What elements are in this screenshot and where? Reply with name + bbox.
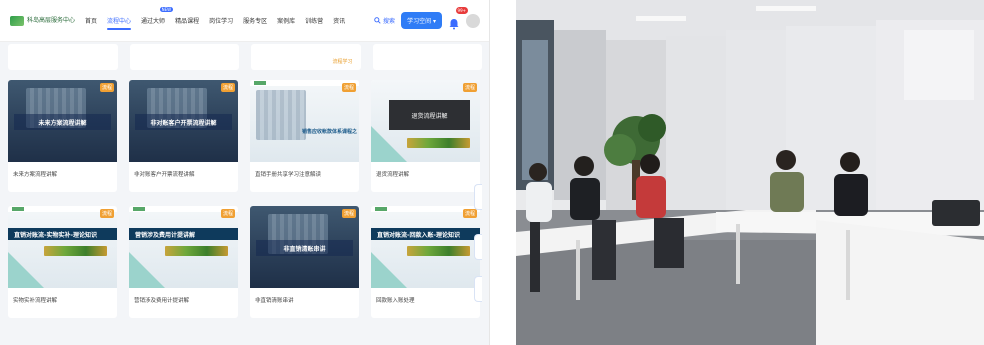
meeting-photo-illustration [516,0,984,345]
floating-side-tab[interactable] [474,234,482,260]
course-card[interactable]: 直销对账流-实物实补-理论知识 流程 实物实补流程讲解 [8,206,117,318]
course-row: 未来方案流程讲解 流程 未来方案流程讲解 非对账客户开票流程讲解 流程 非对账客… [8,80,482,192]
learning-platform-screenshot: 科岛高层服务中心 首页 流程中心 通过大师 NEW 精品课程 岗位学习 服务专区 … [0,0,490,345]
course-thumbnail: 未来方案流程讲解 [8,80,117,162]
nav-item-process-center[interactable]: 流程中心 [107,16,132,30]
notification-button[interactable]: 99+ [448,6,468,29]
nav-item-masters-label: 通过大师 [141,18,166,25]
study-space-label: 学习空间 [407,18,432,25]
search-label: 搜索 [383,18,396,25]
composite-image: 科岛高层服务中心 首页 流程中心 通过大师 NEW 精品课程 岗位学习 服务专区 … [0,0,984,345]
thumbnail-banner-text: 直销对账流-实物实补-理论知识 [14,231,97,239]
decorative-triangle [371,126,407,162]
thumbnail-banner-text: 直销对账流-回款入账-理论知识 [377,231,460,239]
thumbnail-banner: 直销对账流-实物实补-理论知识 [8,228,117,240]
course-title: 未来方案流程讲解 [13,172,58,178]
course-badge: 流程 [462,83,477,92]
wheat-field-image [407,138,470,148]
course-thumbnail: 退货流程讲解 [371,80,480,162]
search-icon [374,17,381,24]
course-title: 退货流程讲解 [376,172,410,178]
nav-item-case-library[interactable]: 案例库 [277,16,295,25]
course-card[interactable]: 营销涉及费用计提讲解 流程 营销涉及费用计提讲解 [129,206,238,318]
thumbnail-banner: 营销涉及费用计提讲解 [129,228,238,240]
course-content: 流程学习 未来方案流程讲解 流程 未来方案流程讲解 非对账客户开票流程讲解 流程… [8,44,482,345]
nav-item-courses[interactable]: 精品课程 [175,16,199,25]
decorative-triangle [8,252,44,288]
logo[interactable]: 科岛高层服务中心 [10,15,76,26]
thumbnail-banner: 非直销清账串讲 [256,240,353,256]
wheat-field-image [44,246,107,256]
course-title: 回款账入账处理 [376,298,415,304]
course-card[interactable]: 销售应收帐款体系课程之 流程 直销手册共享学习注意解读 [250,80,359,192]
bell-icon [449,18,459,29]
course-thumbnail: 销售应收帐款体系课程之 [250,80,359,162]
course-title: 实物实补流程讲解 [13,298,58,304]
course-badge: 流程 [99,209,114,218]
course-badge: 流程 [341,209,356,218]
thumbnail-banner-text: 非对账客户开票流程讲解 [150,119,217,127]
nav-item-masters[interactable]: 通过大师 NEW [141,7,174,25]
course-title: 直销手册共享学习注意解读 [255,172,322,178]
course-badge: 流程 [341,83,356,92]
decorative-triangle [129,252,165,288]
nav-item-news[interactable]: 资讯 [333,16,345,25]
search-button[interactable]: 搜索 [374,16,395,25]
course-card[interactable]: 非直销清账串讲 流程 非直销清账串讲 [250,206,359,318]
nav-item-training-camp[interactable]: 训练营 [305,16,323,25]
nav-item-post-learning[interactable]: 岗位学习 [209,16,233,25]
building-image [256,90,306,140]
floating-side-tab[interactable] [474,184,482,210]
floating-side-tab[interactable] [474,276,482,302]
course-badge: 流程 [220,83,235,92]
course-badge: 流程 [99,83,114,92]
nav-item-home[interactable]: 首页 [85,16,97,25]
thumbnail-banner: 直销对账流-回款入账-理论知识 [371,228,480,240]
wheat-field-image [407,246,470,256]
course-grid: 未来方案流程讲解 流程 未来方案流程讲解 非对账客户开票流程讲解 流程 非对账客… [8,80,482,332]
course-thumbnail: 非直销清账串讲 [250,206,359,288]
notification-count: 99+ [455,6,468,14]
study-space-button[interactable]: 学习空间 ▾ [401,12,442,29]
course-thumbnail: 非对账客户开票流程讲解 [129,80,238,162]
top-card[interactable] [8,44,118,70]
nav-right-tools: 搜索 学习空间 ▾ 99+ [374,6,480,29]
thumbnail-banner-text: 营销涉及费用计提讲解 [135,231,196,239]
meeting-room-photo [516,0,984,345]
course-badge: 流程 [220,209,235,218]
course-card[interactable]: 退货流程讲解 流程 退货流程讲解 [371,80,480,192]
thumbnail-banner-text: 未来方案流程讲解 [38,119,87,127]
thumbnail-banner-text: 非直销清账串讲 [283,245,326,253]
course-thumbnail: 营销涉及费用计提讲解 [129,206,238,288]
previous-row: 流程学习 [8,44,482,70]
course-card[interactable]: 未来方案流程讲解 流程 未来方案流程讲解 [8,80,117,192]
course-card[interactable]: 非对账客户开票流程讲解 流程 非对账客户开票流程讲解 [129,80,238,192]
nav-menu: 首页 流程中心 通过大师 NEW 精品课程 岗位学习 服务专区 案例库 训练营 资… [85,7,374,30]
course-title: 非对账客户开票流程讲解 [134,172,195,178]
avatar[interactable] [466,13,480,28]
course-badge: 流程 [462,209,477,218]
top-navigation-bar: 科岛高层服务中心 首页 流程中心 通过大师 NEW 精品课程 岗位学习 服务专区 … [0,0,489,42]
course-thumbnail: 直销对账流-回款入账-理论知识 [371,206,480,288]
thumbnail-banner: 未来方案流程讲解 [14,114,111,130]
decorative-triangle [371,252,407,288]
wheat-field-image [165,246,228,256]
new-badge: NEW [159,7,174,12]
nav-item-service-zone[interactable]: 服务专区 [243,16,267,25]
logo-text: 科岛高层服务中心 [27,17,76,24]
thumbnail-banner-text: 销售应收帐款体系课程之 [302,129,358,135]
top-card[interactable] [129,44,239,70]
course-title: 营销涉及费用计提讲解 [134,298,190,304]
course-row: 直销对账流-实物实补-理论知识 流程 实物实补流程讲解 营销涉及费用计提讲解 流… [8,206,482,318]
course-thumbnail: 直销对账流-实物实补-理论知识 [8,206,117,288]
thumbnail-banner: 非对账客户开票流程讲解 [135,114,232,130]
top-card[interactable]: 流程学习 [251,44,361,70]
top-card-tag: 流程学习 [332,59,353,65]
thumbnail-banner-text: 退货流程讲解 [411,112,448,120]
course-card[interactable]: 直销对账流-回款入账-理论知识 流程 回款账入账处理 [371,206,480,318]
course-title: 非直销清账串讲 [255,298,294,304]
top-card[interactable] [372,44,482,70]
logo-icon [10,15,24,26]
